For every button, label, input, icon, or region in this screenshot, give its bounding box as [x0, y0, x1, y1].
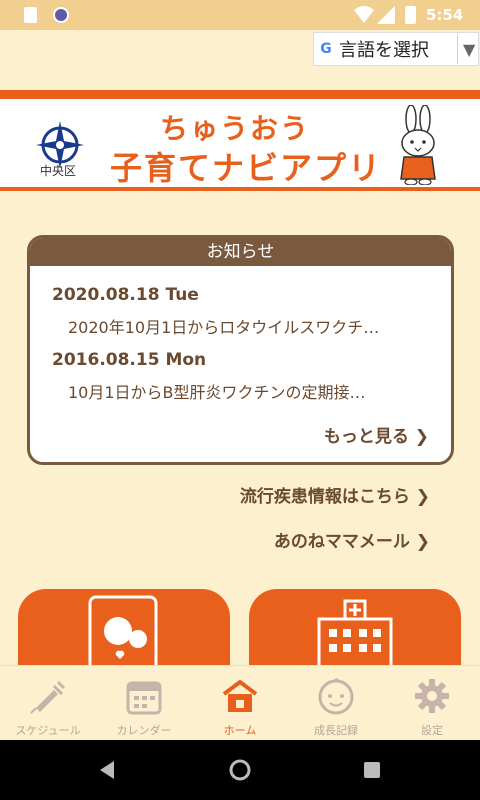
app-header: 中央区 ちゅうおう 子育てナビアプリ [0, 99, 480, 191]
bottom-navigation: スケジュール カレンダー ホーム 成長記録 設定 [0, 665, 480, 740]
battery-icon [405, 6, 416, 24]
status-bar: 5:54 [0, 0, 480, 30]
nav-growth-record-label: 成長記録 [314, 724, 358, 737]
ward-name: 中央区 [40, 164, 77, 178]
system-navigation-bar [0, 740, 480, 800]
app-title-line2: 子育てナビアプリ [110, 149, 383, 187]
notification-icon [53, 7, 69, 23]
anone-mama-mail-link[interactable]: あのねママメール ❯ [274, 527, 430, 552]
chevron-right-icon: ❯ [414, 427, 429, 447]
nav-home-label: ホーム [223, 724, 257, 737]
nav-schedule-label: スケジュール [15, 724, 81, 737]
chevron-right-icon: ❯ [415, 487, 430, 507]
signal-icon [377, 6, 395, 24]
news-item[interactable]: 10月1日からB型肝炎ワクチンの定期接… [68, 379, 366, 403]
wifi-icon [354, 6, 374, 23]
home-button-icon[interactable] [229, 759, 251, 781]
chevron-right-icon: ❯ [415, 532, 430, 552]
back-icon[interactable] [98, 759, 116, 781]
more-news-label: もっと見る [323, 427, 409, 447]
nav-schedule[interactable]: スケジュール [0, 666, 96, 741]
nav-settings[interactable]: 設定 [384, 666, 480, 741]
news-panel: お知らせ 2020.08.18 Tue 2020年10月1日からロタウイルスワク… [27, 235, 454, 465]
more-news-link[interactable]: もっと見る ❯ [324, 422, 429, 447]
header-rule [0, 90, 480, 99]
nav-calendar-label: カレンダー [116, 724, 172, 737]
nav-home[interactable]: ホーム [192, 666, 288, 741]
language-select-label: 言語を選択 [339, 40, 429, 61]
gear-icon [415, 679, 449, 713]
news-item[interactable]: 2020年10月1日からロタウイルスワクチ… [68, 314, 379, 338]
dropdown-arrow-icon: ▼ [463, 39, 476, 59]
recents-icon[interactable] [363, 761, 381, 779]
language-select[interactable]: G 言語を選択 ▼ [313, 32, 479, 66]
divider [457, 34, 458, 64]
bunny-mascot-icon [400, 105, 436, 185]
sim-icon [24, 7, 37, 23]
anone-mama-mail-label: あのねママメール [273, 532, 410, 552]
epidemic-info-link[interactable]: 流行疾患情報はこちら ❯ [240, 482, 430, 507]
news-date: 2016.08.15 Mon [52, 350, 207, 370]
baby-face-icon [318, 678, 354, 715]
nav-growth-record[interactable]: 成長記録 [288, 666, 384, 741]
app-title-line1: ちゅうおう [160, 112, 311, 145]
home-icon [222, 680, 258, 712]
nav-settings-label: 設定 [421, 724, 443, 737]
clock: 5:54 [426, 6, 464, 24]
calendar-icon [126, 681, 162, 715]
news-heading: お知らせ [30, 238, 451, 266]
syringe-icon [30, 680, 66, 714]
google-icon: G [320, 41, 332, 57]
epidemic-info-label: 流行疾患情報はこちら [239, 487, 410, 507]
nav-calendar[interactable]: カレンダー [96, 666, 192, 741]
news-date: 2020.08.18 Tue [52, 285, 199, 305]
